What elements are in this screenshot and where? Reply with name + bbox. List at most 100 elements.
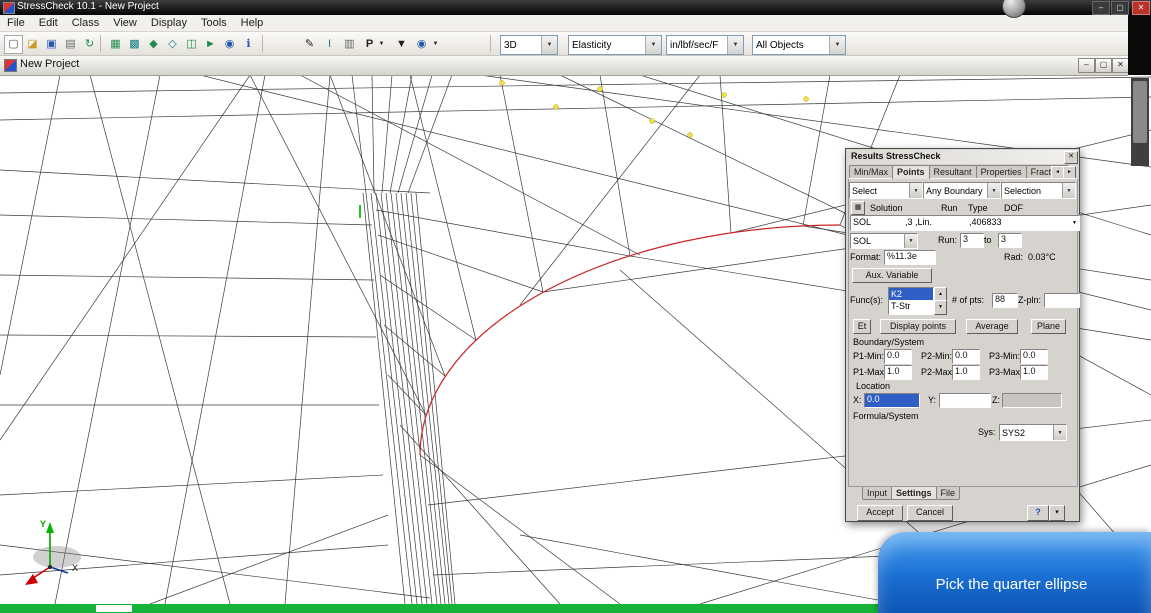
columns-icon[interactable]: ▥ [340, 35, 359, 54]
results-dialog-titlebar[interactable]: Results StressCheck [847, 150, 1078, 164]
aux-variable-button[interactable]: Aux. Variable [852, 268, 932, 283]
menu-view[interactable]: View [106, 16, 144, 30]
minimize-button[interactable]: – [1092, 1, 1110, 15]
func-spinner-down-icon[interactable]: ▼ [934, 300, 947, 315]
solution-grid-icon[interactable]: ▦ [851, 201, 865, 215]
mdi-restore-button[interactable]: ▢ [1095, 58, 1112, 73]
chevron-down-icon[interactable]: ▼ [727, 36, 743, 54]
menu-display[interactable]: Display [144, 16, 194, 30]
rad-label: Rad: [1004, 252, 1023, 262]
mdi-minimize-button[interactable]: – [1078, 58, 1095, 73]
sys-combo[interactable]: SYS2 ▼ [999, 424, 1067, 441]
solve-icon[interactable]: ► [201, 35, 220, 54]
flip-arrow-icon[interactable]: ▼ [392, 35, 411, 54]
p3-min-field[interactable]: 0.0 [1020, 349, 1048, 364]
x-axis-label: X [72, 563, 78, 573]
menu-help[interactable]: Help [234, 16, 271, 30]
chevron-down-icon[interactable]: ▼ [987, 183, 1000, 198]
format-field[interactable]: %11.3e [884, 250, 936, 265]
mesh-icon[interactable]: ▩ [125, 35, 144, 54]
selection-combo[interactable]: Selection ▼ [1001, 182, 1076, 199]
open-folder-icon[interactable]: ◪ [23, 35, 42, 54]
chevron-down-icon[interactable]: ▼ [1053, 425, 1066, 440]
app-title: StressCheck 10.1 - New Project [17, 1, 159, 12]
results-icon[interactable]: ◉ [220, 35, 239, 54]
close-button[interactable]: ✕ [1132, 1, 1150, 15]
p-dropdown-arrow-icon[interactable]: ▼ [376, 35, 387, 54]
app-titlebar: StressCheck 10.1 - New Project – ▢ ✕ [0, 0, 1151, 15]
menu-tools[interactable]: Tools [194, 16, 234, 30]
mdi-close-button[interactable]: ✕ [1112, 58, 1129, 73]
constraint-icon[interactable]: ◫ [182, 35, 201, 54]
et-button[interactable]: Et [853, 319, 871, 334]
solution-list-row[interactable]: SOL ,3 ,Lin. ,406833 ▼ [850, 215, 1080, 231]
x-field[interactable]: 0.0 [864, 393, 920, 408]
load-icon[interactable]: ◇ [163, 35, 182, 54]
info-icon[interactable]: ℹ [239, 35, 258, 54]
function-option-selected[interactable]: K2 [889, 288, 933, 300]
objects-combo[interactable]: All Objects ▼ [752, 35, 846, 55]
p2-min-field[interactable]: 0.0 [952, 349, 980, 364]
run-from-field[interactable]: 3 [960, 233, 984, 248]
funcs-label: Func(s): [850, 295, 883, 305]
tab-input[interactable]: Input [862, 487, 892, 500]
chevron-down-icon[interactable]: ▼ [645, 36, 661, 54]
help-button[interactable]: ? [1027, 505, 1049, 521]
tab-minmax[interactable]: Min/Max [849, 165, 893, 178]
chevron-down-icon[interactable]: ▼ [1062, 183, 1075, 198]
dimension-combo[interactable]: 3D ▼ [500, 35, 558, 55]
menu-file[interactable]: File [0, 16, 32, 30]
menu-edit[interactable]: Edit [32, 16, 65, 30]
boundary-combo[interactable]: Any Boundary ▼ [923, 182, 1001, 199]
sol-combo[interactable]: SOL ▼ [850, 233, 918, 249]
zpln-field[interactable] [1044, 293, 1080, 308]
accept-button[interactable]: Accept [857, 505, 903, 521]
display-points-button[interactable]: Display points [880, 319, 956, 334]
average-button[interactable]: Average [966, 319, 1018, 334]
draw-pen-icon[interactable]: ✎ [300, 35, 319, 54]
tab-properties[interactable]: Properties [976, 165, 1027, 178]
material-icon[interactable]: ◆ [144, 35, 163, 54]
view-dropdown-arrow-icon[interactable]: ▼ [430, 35, 441, 54]
tab-settings[interactable]: Settings [891, 487, 937, 500]
vertical-scrollbar[interactable] [1131, 78, 1149, 166]
dialog-close-icon[interactable]: ✕ [1064, 151, 1078, 164]
plane-button[interactable]: Plane [1031, 319, 1066, 334]
tab-file[interactable]: File [936, 487, 961, 500]
num-points-field[interactable]: 88 [992, 293, 1018, 308]
p2-max-field[interactable]: 1.0 [952, 365, 980, 380]
chevron-down-icon[interactable]: ▼ [541, 36, 557, 54]
chevron-down-icon[interactable]: ▼ [829, 36, 845, 54]
chevron-down-icon[interactable]: ▼ [1072, 218, 1077, 229]
save-icon[interactable]: ▣ [42, 35, 61, 54]
new-document-icon[interactable]: ▢ [4, 35, 23, 54]
model-cube-icon[interactable]: ▦ [106, 35, 125, 54]
units-combo[interactable]: in/lbf/sec/F ▼ [666, 35, 744, 55]
p1-min-field[interactable]: 0.0 [884, 349, 912, 364]
function-option[interactable]: T-Str [889, 300, 933, 312]
theory-combo[interactable]: Elasticity ▼ [568, 35, 662, 55]
scrollbar-thumb[interactable] [1133, 81, 1147, 143]
help-dropdown-arrow-icon[interactable]: ▾ [1049, 505, 1065, 521]
select-mode-combo[interactable]: Select ▼ [849, 182, 923, 199]
chevron-down-icon[interactable]: ▼ [909, 183, 922, 198]
p3-max-field[interactable]: 1.0 [1020, 365, 1048, 380]
p1-max-field[interactable]: 1.0 [884, 365, 912, 380]
status-chip [96, 605, 132, 612]
select-edge-icon[interactable]: I [320, 35, 339, 54]
toolbar-separator [100, 35, 101, 52]
function-listbox[interactable]: K2 T-Str [888, 287, 934, 315]
view-icon[interactable]: ◉ [412, 35, 431, 54]
y-field[interactable] [939, 393, 991, 408]
z-field[interactable] [1002, 393, 1062, 408]
print-icon[interactable]: ▤ [61, 35, 80, 54]
cancel-button[interactable]: Cancel [907, 505, 953, 521]
refresh-icon[interactable]: ↻ [80, 35, 99, 54]
chevron-down-icon[interactable]: ▼ [904, 234, 917, 248]
menu-class[interactable]: Class [65, 16, 107, 30]
run-to-field[interactable]: 3 [998, 233, 1022, 248]
maximize-button[interactable]: ▢ [1111, 1, 1129, 15]
tab-resultant[interactable]: Resultant [929, 165, 977, 178]
tab-points[interactable]: Points [892, 165, 930, 179]
quarter-ellipse-curve[interactable] [420, 225, 840, 455]
